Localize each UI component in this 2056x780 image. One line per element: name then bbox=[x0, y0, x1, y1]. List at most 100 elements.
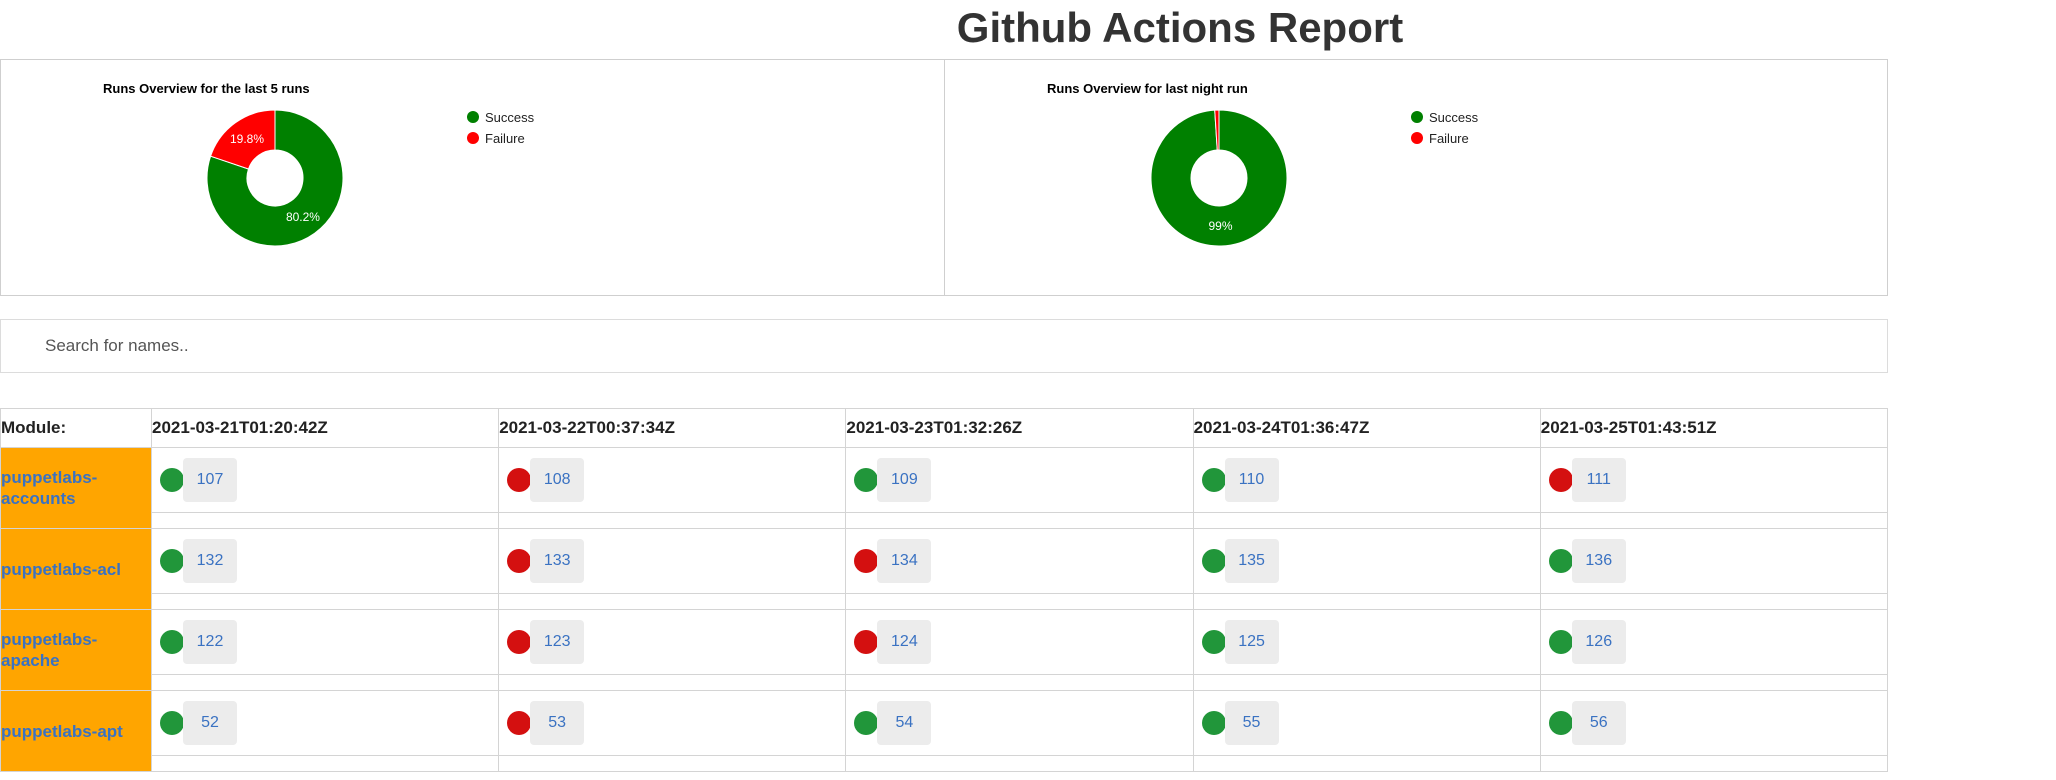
table-row: puppetlabs-acl 132 133 134 135 136 bbox=[0, 528, 1889, 610]
run-cell: 55 bbox=[1192, 690, 1541, 756]
run-cell: 133 bbox=[498, 528, 847, 594]
spacer-cell bbox=[150, 674, 500, 691]
run-id-button[interactable]: 111 bbox=[1571, 458, 1626, 502]
legend-marker-success bbox=[467, 111, 479, 123]
table-row: puppetlabs-apt 52 53 54 55 56 bbox=[0, 690, 1889, 772]
spacer-row bbox=[1, 674, 1889, 691]
run-id-button[interactable]: 52 bbox=[183, 701, 237, 745]
spacer-cell bbox=[1192, 593, 1541, 610]
failure-status-icon bbox=[854, 630, 879, 654]
failure-status-icon bbox=[507, 468, 532, 492]
run-id-button[interactable]: 122 bbox=[183, 620, 237, 664]
legend-label: Success bbox=[1429, 110, 1479, 125]
table-header-row: Module: 2021-03-21T01:20:42Z 2021-03-22T… bbox=[0, 408, 1889, 448]
run-id-button[interactable]: 123 bbox=[530, 620, 585, 664]
spacer-row bbox=[1, 755, 1889, 772]
run-id-button[interactable]: 133 bbox=[530, 539, 585, 583]
success-status-icon bbox=[1548, 549, 1573, 573]
run-id-button[interactable]: 56 bbox=[1571, 701, 1626, 745]
spacer-cell bbox=[498, 512, 847, 529]
run-id-button[interactable]: 126 bbox=[1571, 620, 1626, 664]
success-status-icon bbox=[1201, 468, 1226, 492]
run-cell: 56 bbox=[1539, 690, 1889, 756]
charts-container: Runs Overview for the last 5 runs 80.2% 19… bbox=[0, 59, 1888, 296]
legend-label: Success bbox=[485, 110, 535, 125]
success-status-icon bbox=[160, 630, 184, 654]
slice-value-label: 19.8% bbox=[230, 132, 264, 146]
run-id-button[interactable]: 54 bbox=[877, 701, 932, 745]
module-link[interactable]: puppetlabs-accounts bbox=[1, 467, 151, 509]
legend-marker-failure bbox=[467, 132, 479, 144]
run-cell: 54 bbox=[845, 690, 1194, 756]
run-id-button[interactable]: 107 bbox=[183, 458, 237, 502]
report-table: Module: 2021-03-21T01:20:42Z 2021-03-22T… bbox=[0, 408, 1889, 772]
module-link[interactable]: puppetlabs-apt bbox=[1, 721, 151, 742]
run-id-button[interactable]: 132 bbox=[183, 539, 237, 583]
spacer-cell bbox=[498, 674, 847, 691]
legend-marker-success bbox=[1411, 111, 1423, 123]
slice-value-label: 99% bbox=[1208, 219, 1232, 233]
spacer-cell bbox=[150, 512, 500, 529]
chart-panel-last-5-runs: Runs Overview for the last 5 runs 80.2% 19… bbox=[1, 60, 944, 295]
spacer-cell bbox=[498, 593, 847, 610]
legend-label: Failure bbox=[1429, 131, 1469, 146]
spacer-cell bbox=[845, 755, 1194, 772]
run-cell: 136 bbox=[1539, 528, 1889, 594]
spacer-cell bbox=[1192, 674, 1541, 691]
module-cell: puppetlabs-acl bbox=[0, 528, 152, 610]
success-status-icon bbox=[854, 468, 879, 492]
slice-value-label: 80.2% bbox=[286, 210, 320, 224]
table-row: puppetlabs-accounts 107 108 109 110 111 bbox=[0, 447, 1889, 529]
spacer-cell bbox=[845, 674, 1194, 691]
success-status-icon bbox=[854, 711, 879, 735]
run-id-button[interactable]: 136 bbox=[1571, 539, 1626, 583]
module-link[interactable]: puppetlabs-acl bbox=[1, 559, 151, 580]
run-id-button[interactable]: 124 bbox=[877, 620, 932, 664]
run-cell: 125 bbox=[1192, 609, 1541, 675]
failure-status-icon bbox=[507, 630, 532, 654]
chart-title: Runs Overview for last night run bbox=[1047, 81, 1248, 96]
run-id-button[interactable]: 108 bbox=[530, 458, 585, 502]
spacer-row bbox=[1, 512, 1889, 529]
run-cell: 53 bbox=[498, 690, 847, 756]
chart-title: Runs Overview for the last 5 runs bbox=[103, 81, 310, 96]
run-cell: 126 bbox=[1539, 609, 1889, 675]
success-status-icon bbox=[160, 711, 184, 735]
spacer-cell bbox=[1539, 512, 1889, 529]
run-cell: 109 bbox=[845, 447, 1194, 513]
run-id-button[interactable]: 55 bbox=[1224, 701, 1279, 745]
run-id-button[interactable]: 134 bbox=[877, 539, 932, 583]
date-column-header: 2021-03-25T01:43:51Z bbox=[1539, 408, 1889, 448]
spacer-cell bbox=[1192, 512, 1541, 529]
legend-marker-failure bbox=[1411, 132, 1423, 144]
module-column-header: Module: bbox=[0, 408, 152, 448]
run-cell: 124 bbox=[845, 609, 1194, 675]
run-id-button[interactable]: 110 bbox=[1224, 458, 1279, 502]
run-cell: 122 bbox=[150, 609, 500, 675]
run-cell: 134 bbox=[845, 528, 1194, 594]
run-cell: 108 bbox=[498, 447, 847, 513]
date-column-header: 2021-03-22T00:37:34Z bbox=[498, 408, 847, 448]
module-cell: puppetlabs-apt bbox=[0, 690, 152, 772]
run-id-button[interactable]: 109 bbox=[877, 458, 932, 502]
run-id-button[interactable]: 53 bbox=[530, 701, 585, 745]
spacer-cell bbox=[1539, 755, 1889, 772]
run-cell: 110 bbox=[1192, 447, 1541, 513]
module-link[interactable]: puppetlabs-apache bbox=[1, 629, 151, 671]
run-id-button[interactable]: 125 bbox=[1224, 620, 1279, 664]
date-column-header: 2021-03-23T01:32:26Z bbox=[845, 408, 1194, 448]
run-cell: 123 bbox=[498, 609, 847, 675]
run-cell: 107 bbox=[150, 447, 500, 513]
spacer-cell bbox=[1539, 674, 1889, 691]
success-status-icon bbox=[160, 468, 184, 492]
spacer-cell bbox=[150, 755, 500, 772]
success-status-icon bbox=[1548, 630, 1573, 654]
spacer-cell bbox=[1539, 593, 1889, 610]
chart-panel-last-night-run: Runs Overview for last night run 99% Succe… bbox=[944, 60, 1887, 295]
spacer-cell bbox=[498, 755, 847, 772]
run-id-button[interactable]: 135 bbox=[1224, 539, 1279, 583]
success-status-icon bbox=[1201, 711, 1226, 735]
run-cell: 52 bbox=[150, 690, 500, 756]
success-status-icon bbox=[1201, 549, 1226, 573]
search-input[interactable] bbox=[0, 319, 1888, 373]
